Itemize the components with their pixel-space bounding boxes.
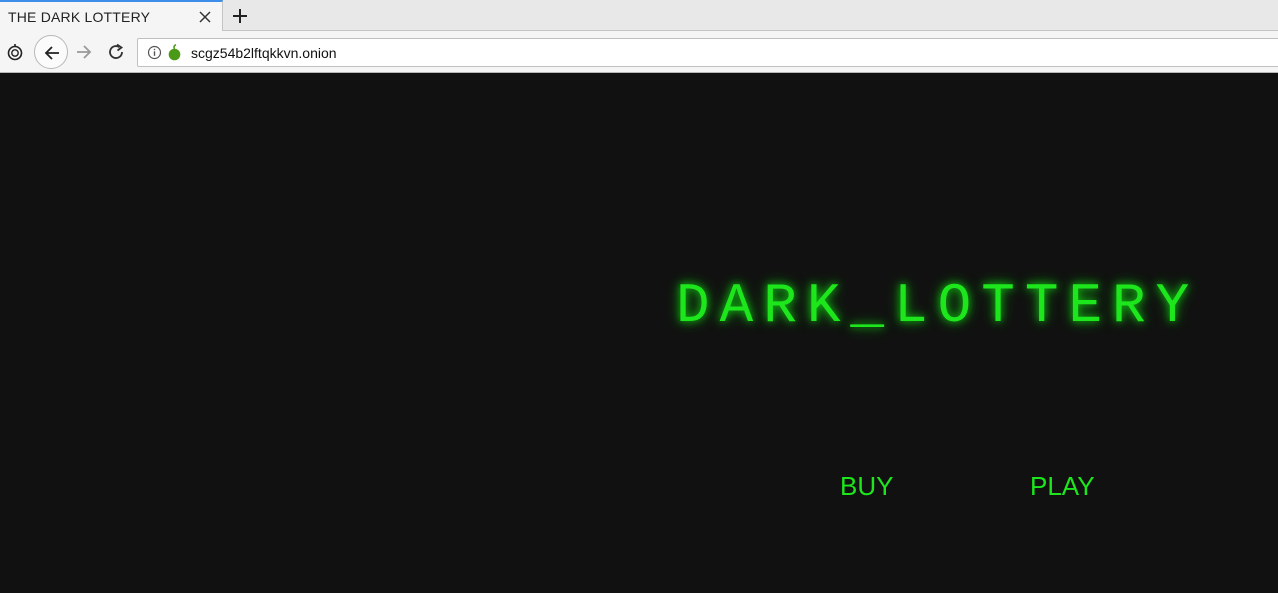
tor-onion-button-icon[interactable]	[6, 43, 24, 61]
close-icon[interactable]	[198, 10, 212, 24]
onion-icon	[167, 44, 182, 61]
browser-tab[interactable]: THE DARK LOTTERY	[0, 0, 223, 31]
new-tab-plus-icon[interactable]	[230, 6, 250, 26]
play-link[interactable]: PLAY	[1030, 471, 1095, 501]
url-text: scgz54b2lftqkkvn.onion	[191, 45, 337, 61]
reload-icon[interactable]	[107, 43, 125, 61]
info-icon[interactable]	[147, 45, 162, 60]
tab-title: THE DARK LOTTERY	[8, 9, 151, 25]
navigation-bar: scgz54b2lftqkkvn.onion	[0, 31, 1278, 73]
page-content: DARK_LOTTERY BUY PLAY	[0, 73, 1278, 593]
address-bar[interactable]: scgz54b2lftqkkvn.onion	[137, 38, 1278, 67]
buy-link[interactable]: BUY	[840, 471, 893, 501]
site-title: DARK_LOTTERY	[676, 274, 1200, 338]
back-arrow-icon[interactable]	[34, 35, 68, 69]
forward-arrow-icon[interactable]	[75, 43, 93, 61]
tab-strip: THE DARK LOTTERY	[0, 0, 1278, 31]
